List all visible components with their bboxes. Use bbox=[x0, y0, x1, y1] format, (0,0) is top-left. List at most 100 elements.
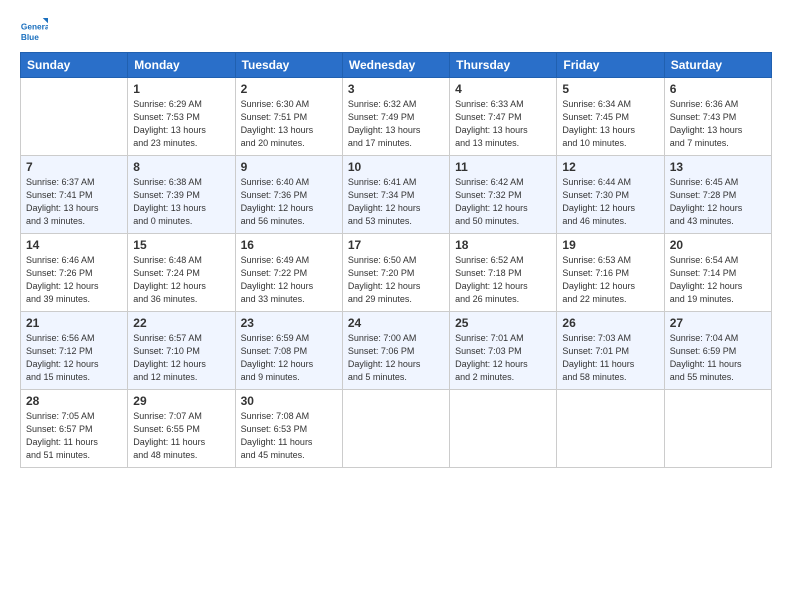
calendar-cell bbox=[450, 390, 557, 468]
day-number: 16 bbox=[241, 238, 337, 252]
day-info: Sunrise: 6:40 AM Sunset: 7:36 PM Dayligh… bbox=[241, 176, 337, 228]
calendar-cell: 27 Sunrise: 7:04 AM Sunset: 6:59 PM Dayli… bbox=[664, 312, 771, 390]
day-info: Sunrise: 6:32 AM Sunset: 7:49 PM Dayligh… bbox=[348, 98, 444, 150]
page: General Blue SundayMondayTuesdayWednesda… bbox=[0, 0, 792, 612]
calendar-week-1: 1 Sunrise: 6:29 AM Sunset: 7:53 PM Daylig… bbox=[21, 78, 772, 156]
day-number: 23 bbox=[241, 316, 337, 330]
day-info: Sunrise: 6:45 AM Sunset: 7:28 PM Dayligh… bbox=[670, 176, 766, 228]
day-info: Sunrise: 6:53 AM Sunset: 7:16 PM Dayligh… bbox=[562, 254, 658, 306]
column-header-thursday: Thursday bbox=[450, 53, 557, 78]
day-info: Sunrise: 7:08 AM Sunset: 6:53 PM Dayligh… bbox=[241, 410, 337, 462]
logo-icon: General Blue bbox=[20, 18, 48, 46]
calendar-cell: 7 Sunrise: 6:37 AM Sunset: 7:41 PM Daylig… bbox=[21, 156, 128, 234]
day-number: 6 bbox=[670, 82, 766, 96]
calendar-cell: 12 Sunrise: 6:44 AM Sunset: 7:30 PM Dayli… bbox=[557, 156, 664, 234]
calendar-cell: 8 Sunrise: 6:38 AM Sunset: 7:39 PM Daylig… bbox=[128, 156, 235, 234]
day-info: Sunrise: 6:42 AM Sunset: 7:32 PM Dayligh… bbox=[455, 176, 551, 228]
calendar-cell: 20 Sunrise: 6:54 AM Sunset: 7:14 PM Dayli… bbox=[664, 234, 771, 312]
day-number: 12 bbox=[562, 160, 658, 174]
calendar-week-3: 14Sunrise: 6:46 AM Sunset: 7:26 PM Dayli… bbox=[21, 234, 772, 312]
calendar-cell: 11 Sunrise: 6:42 AM Sunset: 7:32 PM Dayli… bbox=[450, 156, 557, 234]
day-info: Sunrise: 6:36 AM Sunset: 7:43 PM Dayligh… bbox=[670, 98, 766, 150]
day-number: 17 bbox=[348, 238, 444, 252]
calendar-cell: 5Sunrise: 6:34 AM Sunset: 7:45 PM Daylig… bbox=[557, 78, 664, 156]
day-info: Sunrise: 7:05 AM Sunset: 6:57 PM Dayligh… bbox=[26, 410, 122, 462]
day-info: Sunrise: 7:03 AM Sunset: 7:01 PM Dayligh… bbox=[562, 332, 658, 384]
day-number: 21 bbox=[26, 316, 122, 330]
calendar-table: SundayMondayTuesdayWednesdayThursdayFrid… bbox=[20, 52, 772, 468]
calendar-cell: 13 Sunrise: 6:45 AM Sunset: 7:28 PM Dayli… bbox=[664, 156, 771, 234]
svg-text:Blue: Blue bbox=[21, 32, 39, 42]
calendar-cell: 1 Sunrise: 6:29 AM Sunset: 7:53 PM Daylig… bbox=[128, 78, 235, 156]
day-info: Sunrise: 7:00 AM Sunset: 7:06 PM Dayligh… bbox=[348, 332, 444, 384]
day-info: Sunrise: 6:59 AM Sunset: 7:08 PM Dayligh… bbox=[241, 332, 337, 384]
day-number: 30 bbox=[241, 394, 337, 408]
day-number: 11 bbox=[455, 160, 551, 174]
calendar-cell: 22 Sunrise: 6:57 AM Sunset: 7:10 PM Dayli… bbox=[128, 312, 235, 390]
day-number: 25 bbox=[455, 316, 551, 330]
day-number: 9 bbox=[241, 160, 337, 174]
calendar-cell: 4 Sunrise: 6:33 AM Sunset: 7:47 PM Daylig… bbox=[450, 78, 557, 156]
day-info: Sunrise: 6:34 AM Sunset: 7:45 PM Dayligh… bbox=[562, 98, 658, 150]
day-info: Sunrise: 6:56 AM Sunset: 7:12 PM Dayligh… bbox=[26, 332, 122, 384]
day-info: Sunrise: 6:37 AM Sunset: 7:41 PM Dayligh… bbox=[26, 176, 122, 228]
calendar-cell: 10 Sunrise: 6:41 AM Sunset: 7:34 PM Dayli… bbox=[342, 156, 449, 234]
day-info: Sunrise: 7:01 AM Sunset: 7:03 PM Dayligh… bbox=[455, 332, 551, 384]
calendar-cell: 24 Sunrise: 7:00 AM Sunset: 7:06 PM Dayli… bbox=[342, 312, 449, 390]
calendar-cell: 28 Sunrise: 7:05 AM Sunset: 6:57 PM Dayli… bbox=[21, 390, 128, 468]
calendar-cell: 17 Sunrise: 6:50 AM Sunset: 7:20 PM Dayli… bbox=[342, 234, 449, 312]
calendar-cell: 30 Sunrise: 7:08 AM Sunset: 6:53 PM Dayli… bbox=[235, 390, 342, 468]
calendar-header-row: SundayMondayTuesdayWednesdayThursdayFrid… bbox=[21, 53, 772, 78]
svg-text:General: General bbox=[21, 21, 48, 31]
calendar-week-4: 21 Sunrise: 6:56 AM Sunset: 7:12 PM Dayli… bbox=[21, 312, 772, 390]
day-info: Sunrise: 7:07 AM Sunset: 6:55 PM Dayligh… bbox=[133, 410, 229, 462]
day-number: 24 bbox=[348, 316, 444, 330]
day-info: Sunrise: 6:33 AM Sunset: 7:47 PM Dayligh… bbox=[455, 98, 551, 150]
calendar-cell: 3Sunrise: 6:32 AM Sunset: 7:49 PM Daylig… bbox=[342, 78, 449, 156]
calendar-cell: 9 Sunrise: 6:40 AM Sunset: 7:36 PM Daylig… bbox=[235, 156, 342, 234]
calendar-cell: 19Sunrise: 6:53 AM Sunset: 7:16 PM Dayli… bbox=[557, 234, 664, 312]
day-info: Sunrise: 6:29 AM Sunset: 7:53 PM Dayligh… bbox=[133, 98, 229, 150]
column-header-tuesday: Tuesday bbox=[235, 53, 342, 78]
day-number: 20 bbox=[670, 238, 766, 252]
column-header-friday: Friday bbox=[557, 53, 664, 78]
calendar-cell: 16 Sunrise: 6:49 AM Sunset: 7:22 PM Dayli… bbox=[235, 234, 342, 312]
day-info: Sunrise: 6:57 AM Sunset: 7:10 PM Dayligh… bbox=[133, 332, 229, 384]
logo: General Blue bbox=[20, 18, 52, 46]
calendar-cell bbox=[21, 78, 128, 156]
day-number: 27 bbox=[670, 316, 766, 330]
day-number: 13 bbox=[670, 160, 766, 174]
day-info: Sunrise: 6:54 AM Sunset: 7:14 PM Dayligh… bbox=[670, 254, 766, 306]
day-info: Sunrise: 6:50 AM Sunset: 7:20 PM Dayligh… bbox=[348, 254, 444, 306]
day-info: Sunrise: 6:44 AM Sunset: 7:30 PM Dayligh… bbox=[562, 176, 658, 228]
calendar-cell: 25 Sunrise: 7:01 AM Sunset: 7:03 PM Dayli… bbox=[450, 312, 557, 390]
day-info: Sunrise: 7:04 AM Sunset: 6:59 PM Dayligh… bbox=[670, 332, 766, 384]
day-info: Sunrise: 6:30 AM Sunset: 7:51 PM Dayligh… bbox=[241, 98, 337, 150]
column-header-saturday: Saturday bbox=[664, 53, 771, 78]
day-number: 8 bbox=[133, 160, 229, 174]
day-number: 15 bbox=[133, 238, 229, 252]
calendar-cell: 14Sunrise: 6:46 AM Sunset: 7:26 PM Dayli… bbox=[21, 234, 128, 312]
day-info: Sunrise: 6:41 AM Sunset: 7:34 PM Dayligh… bbox=[348, 176, 444, 228]
day-number: 22 bbox=[133, 316, 229, 330]
day-number: 4 bbox=[455, 82, 551, 96]
calendar-cell: 2 Sunrise: 6:30 AM Sunset: 7:51 PM Daylig… bbox=[235, 78, 342, 156]
day-number: 29 bbox=[133, 394, 229, 408]
day-number: 14 bbox=[26, 238, 122, 252]
header: General Blue bbox=[20, 18, 772, 46]
calendar-cell bbox=[557, 390, 664, 468]
calendar-cell: 6 Sunrise: 6:36 AM Sunset: 7:43 PM Daylig… bbox=[664, 78, 771, 156]
day-info: Sunrise: 6:49 AM Sunset: 7:22 PM Dayligh… bbox=[241, 254, 337, 306]
day-number: 28 bbox=[26, 394, 122, 408]
day-info: Sunrise: 6:48 AM Sunset: 7:24 PM Dayligh… bbox=[133, 254, 229, 306]
day-info: Sunrise: 6:38 AM Sunset: 7:39 PM Dayligh… bbox=[133, 176, 229, 228]
day-number: 1 bbox=[133, 82, 229, 96]
calendar-cell: 21 Sunrise: 6:56 AM Sunset: 7:12 PM Dayli… bbox=[21, 312, 128, 390]
calendar-cell: 26Sunrise: 7:03 AM Sunset: 7:01 PM Dayli… bbox=[557, 312, 664, 390]
calendar-cell: 15 Sunrise: 6:48 AM Sunset: 7:24 PM Dayli… bbox=[128, 234, 235, 312]
calendar-cell: 18Sunrise: 6:52 AM Sunset: 7:18 PM Dayli… bbox=[450, 234, 557, 312]
day-number: 7 bbox=[26, 160, 122, 174]
column-header-sunday: Sunday bbox=[21, 53, 128, 78]
day-number: 2 bbox=[241, 82, 337, 96]
day-number: 10 bbox=[348, 160, 444, 174]
